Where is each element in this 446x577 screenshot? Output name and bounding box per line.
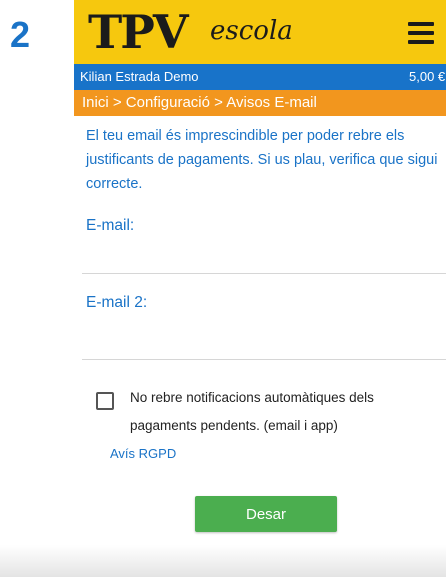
save-button[interactable]: Desar (195, 496, 337, 532)
email2-field[interactable] (82, 332, 446, 360)
opt-out-label: No rebre notificacions automàtiques dels… (130, 390, 374, 433)
intro-text: El teu email és imprescindible per poder… (86, 128, 438, 192)
logo-tpv: TPV (88, 5, 189, 59)
balance: 5,00 € (409, 69, 446, 84)
step-number: 2 (10, 14, 31, 55)
hamburger-menu-icon[interactable] (408, 22, 434, 44)
email-label: E-mail: (86, 217, 135, 234)
email-field[interactable] (82, 246, 446, 274)
breadcrumb-text: Inici > Configuració > Avisos E-mail (82, 94, 317, 111)
logo-escola: escola (210, 16, 293, 46)
opt-out-checkbox[interactable] (96, 392, 114, 410)
app-screen: TPV escola Kilian Estrada Demo 5,00 € In… (74, 0, 446, 577)
app-header: TPV escola (74, 0, 446, 64)
user-name: Kilian Estrada Demo (80, 69, 199, 84)
breadcrumb: Inici > Configuració > Avisos E-mail (74, 90, 446, 116)
rgpd-link[interactable]: Avís RGPD (110, 446, 176, 461)
user-bar: Kilian Estrada Demo 5,00 € (74, 64, 446, 90)
bottom-shadow (0, 545, 446, 577)
email2-label: E-mail 2: (86, 294, 148, 311)
